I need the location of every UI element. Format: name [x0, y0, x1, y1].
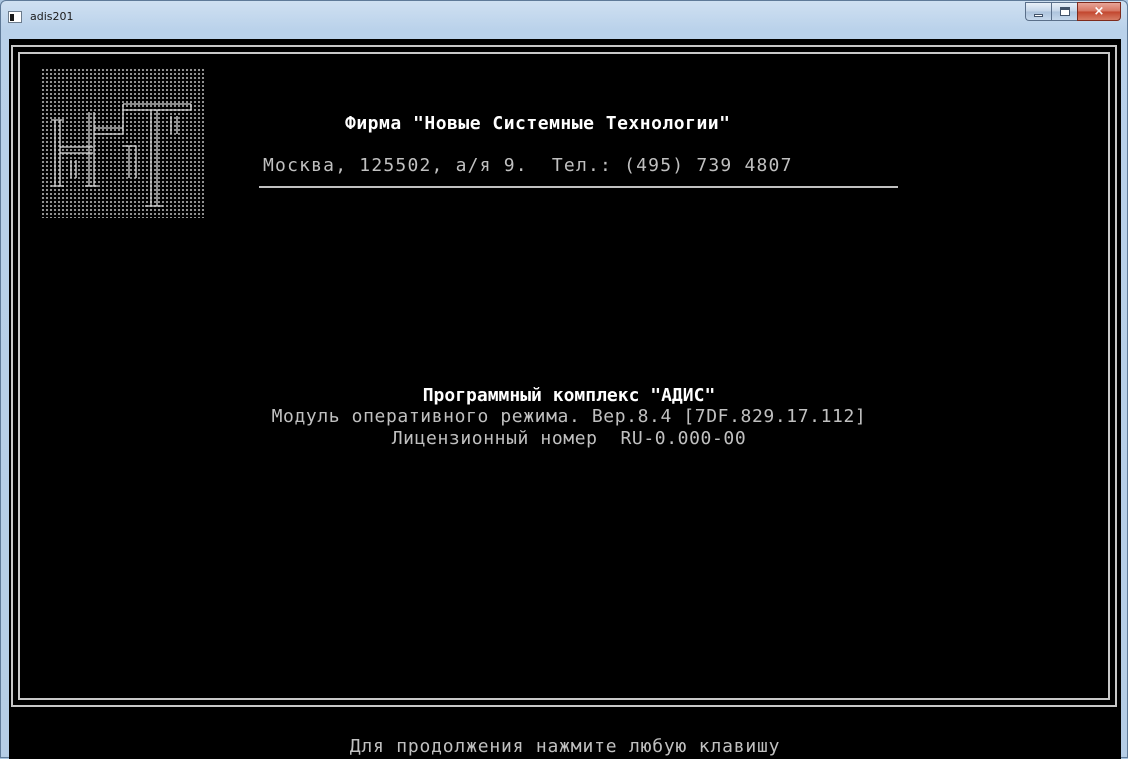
- minimize-icon: [1034, 14, 1043, 17]
- product-title: Программный комплекс "АДИС": [422, 385, 716, 406]
- minimize-button[interactable]: [1025, 2, 1051, 21]
- address-underline: [259, 186, 898, 188]
- title-bar[interactable]: adis201 ×: [1, 1, 1127, 39]
- console-window-icon[interactable]: [8, 11, 22, 23]
- close-button[interactable]: ×: [1077, 2, 1121, 21]
- company-name: Фирма "Новые Системные Технологии": [345, 113, 731, 134]
- console-area[interactable]: Фирма "Новые Системные Технологии" Москв…: [9, 39, 1121, 759]
- maximize-icon: [1060, 7, 1070, 16]
- module-version-line: Модуль оперативного режима. Вер.8.4 [7DF…: [271, 406, 867, 427]
- license-number-line: Лицензионный номер RU-0.000-00: [391, 428, 747, 449]
- company-address: Москва, 125502, а/я 9. Тел.: (495) 739 4…: [263, 155, 793, 176]
- maximize-button[interactable]: [1051, 2, 1077, 21]
- continue-prompt: Для продолжения нажмите любую клавишу: [349, 736, 781, 757]
- close-icon: ×: [1093, 4, 1105, 19]
- nst-logo-icon: [41, 68, 204, 218]
- app-window: adis201 × Фирма "Новые Системные Техноло…: [0, 0, 1128, 759]
- window-title: adis201: [30, 10, 74, 23]
- caption-buttons: ×: [1025, 2, 1121, 22]
- splash-frame: Фирма "Новые Системные Технологии" Москв…: [11, 45, 1117, 707]
